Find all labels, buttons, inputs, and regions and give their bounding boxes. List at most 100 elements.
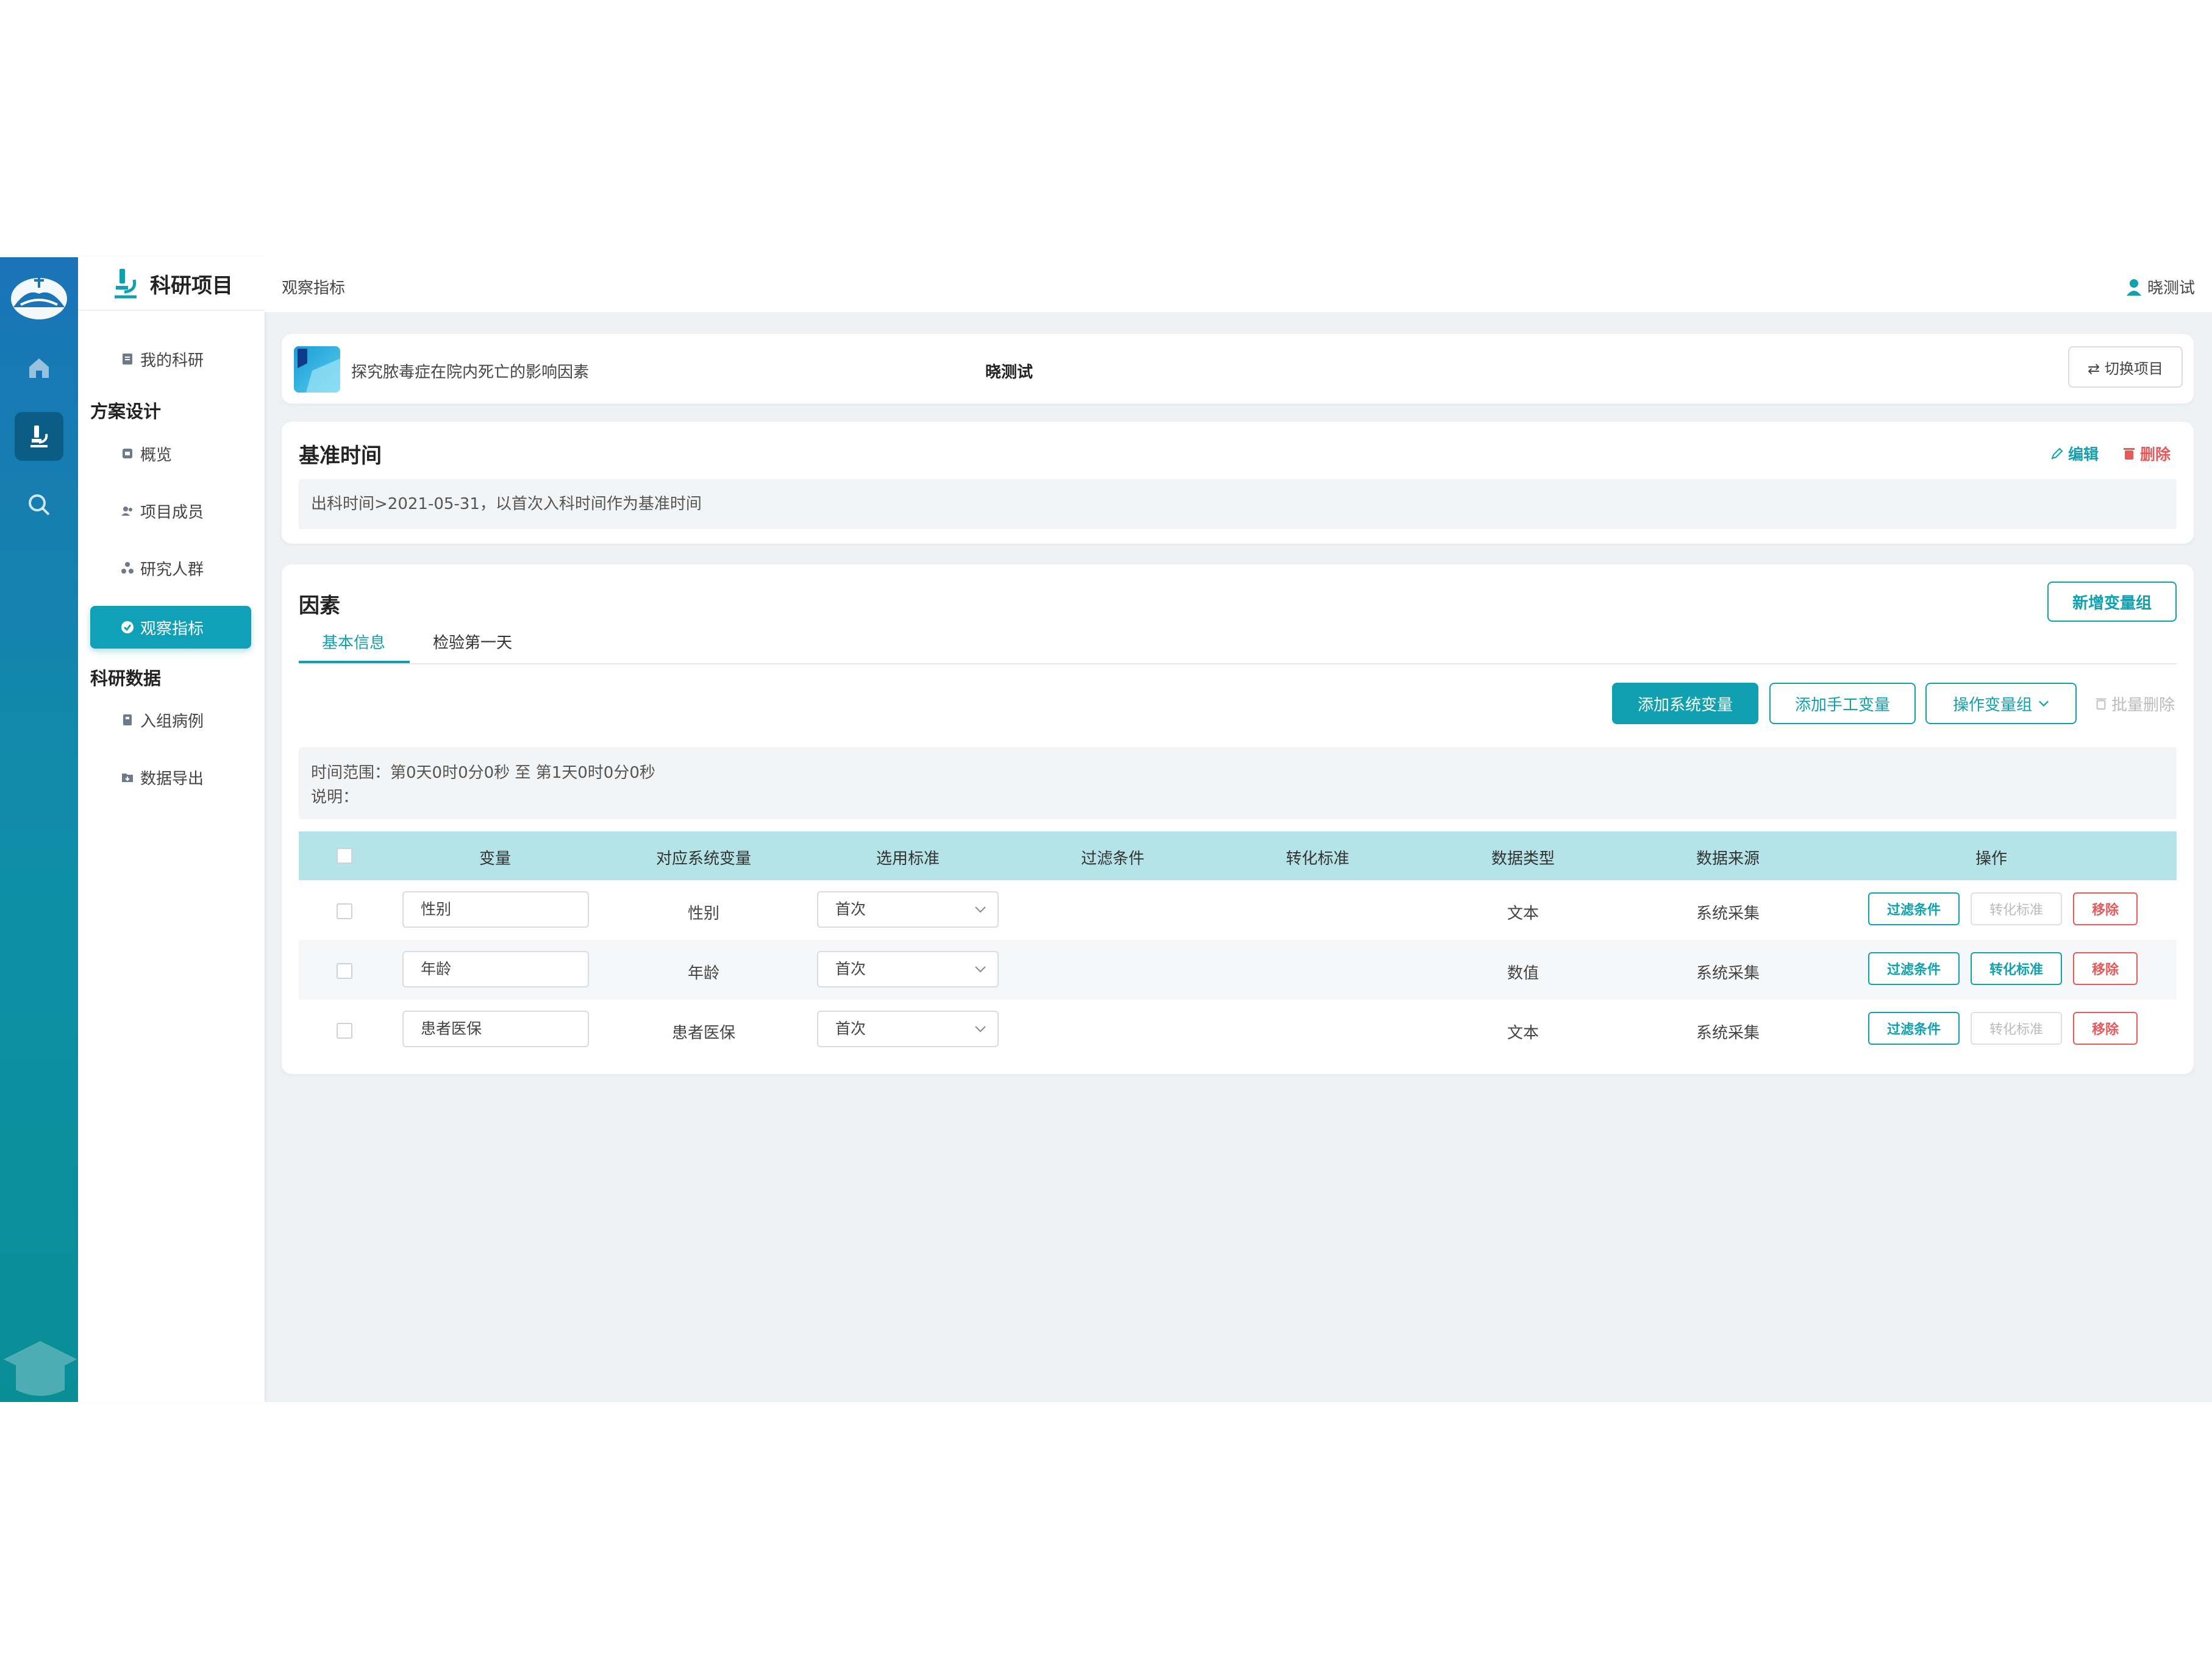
sidebar: 科研项目 我的科研 方案设计 概览 项目成员 研究人群 观察指标 科研数据 入组… bbox=[78, 257, 265, 1402]
sidebar-item-label: 入组病例 bbox=[140, 712, 204, 731]
sidebar-item-population[interactable]: 研究人群 bbox=[90, 547, 251, 589]
convert-standard-button[interactable]: 转化标准 bbox=[1971, 952, 2062, 985]
remark-text: 说明： bbox=[311, 788, 359, 806]
system-variable-cell: 患者医保 bbox=[671, 1024, 736, 1042]
delete-baseline-button[interactable]: 删除 bbox=[2122, 443, 2171, 464]
breadcrumb: 观察指标 bbox=[282, 279, 346, 297]
user-icon bbox=[2126, 279, 2141, 296]
user-name: 晓测试 bbox=[2147, 279, 2195, 297]
column-header: 转化标准 bbox=[1285, 850, 1350, 868]
data-type-cell: 文本 bbox=[1507, 1024, 1539, 1042]
switch-project-button[interactable]: ⇄ 切换项目 bbox=[2068, 346, 2183, 388]
rail-research-button[interactable] bbox=[15, 412, 63, 461]
tab-lab-first-day[interactable]: 检验第一天 bbox=[433, 630, 512, 653]
project-logo-icon bbox=[294, 346, 340, 393]
select-all-checkbox[interactable] bbox=[337, 848, 352, 864]
baseline-card: 基准时间 编辑 删除 出科时间>2021-05-31，以首次入科时间作为基准时间 bbox=[282, 422, 2194, 544]
convert-standard-button[interactable]: 转化标准 bbox=[1971, 892, 2062, 925]
baseline-description: 出科时间>2021-05-31，以首次入科时间作为基准时间 bbox=[299, 479, 2177, 529]
edit-baseline-button[interactable]: 编辑 bbox=[2050, 443, 2099, 464]
sidebar-item-label: 研究人群 bbox=[140, 560, 204, 579]
column-header: 对应系统变量 bbox=[655, 850, 752, 868]
column-header: 选用标准 bbox=[876, 850, 940, 868]
remove-button[interactable]: 移除 bbox=[2073, 892, 2138, 925]
sidebar-item-cases[interactable]: 入组病例 bbox=[90, 699, 251, 741]
indicator-icon bbox=[121, 621, 134, 633]
row-checkbox[interactable] bbox=[337, 903, 352, 919]
sidebar-item-indicators[interactable]: 观察指标 bbox=[90, 606, 251, 649]
sidebar-item-label: 概览 bbox=[140, 446, 173, 464]
batch-delete-button[interactable]: 批量删除 bbox=[2089, 683, 2180, 724]
trash-icon bbox=[2124, 448, 2135, 460]
sidebar-item-overview[interactable]: 概览 bbox=[90, 432, 251, 475]
filter-condition-button[interactable]: 过滤条件 bbox=[1868, 1012, 1960, 1045]
sidebar-header: 科研项目 bbox=[78, 257, 265, 311]
standard-select[interactable]: 首次 bbox=[817, 1011, 999, 1047]
variable-name-input[interactable]: 性别 bbox=[402, 891, 589, 928]
factors-card: 因素 新增变量组 基本信息 检验第一天 添加系统变量 添加手工变量 操作变量组 … bbox=[282, 564, 2194, 1074]
row-checkbox[interactable] bbox=[337, 963, 352, 979]
standard-value: 首次 bbox=[835, 900, 866, 918]
sidebar-section-data: 科研数据 bbox=[90, 668, 162, 689]
data-type-cell: 文本 bbox=[1507, 905, 1539, 923]
remove-button[interactable]: 移除 bbox=[2073, 952, 2138, 985]
sidebar-item-label: 我的科研 bbox=[140, 351, 204, 370]
add-manual-variable-button[interactable]: 添加手工变量 bbox=[1769, 683, 1916, 724]
column-header: 变量 bbox=[479, 850, 512, 868]
sidebar-item-label: 项目成员 bbox=[140, 503, 204, 522]
sidebar-section-design: 方案设计 bbox=[90, 401, 162, 422]
filter-condition-button[interactable]: 过滤条件 bbox=[1868, 952, 1960, 985]
overview-icon bbox=[123, 449, 132, 458]
sidebar-title: 科研项目 bbox=[150, 273, 233, 298]
edit-label: 编辑 bbox=[2068, 446, 2099, 463]
operate-group-label: 操作变量组 bbox=[1952, 696, 2032, 714]
variable-name-input[interactable]: 年龄 bbox=[402, 951, 589, 987]
data-type-cell: 数值 bbox=[1507, 964, 1539, 983]
tab-basic-info[interactable]: 基本信息 bbox=[322, 630, 385, 653]
system-variable-cell: 年龄 bbox=[687, 964, 720, 983]
sidebar-item-members[interactable]: 项目成员 bbox=[90, 489, 251, 532]
column-header: 操作 bbox=[1975, 850, 2008, 868]
delete-label: 删除 bbox=[2140, 446, 2171, 463]
remove-button[interactable]: 移除 bbox=[2073, 1012, 2138, 1045]
rail-home-button[interactable] bbox=[15, 344, 63, 393]
sidebar-item-my-research[interactable]: 我的科研 bbox=[90, 338, 251, 380]
project-name: 探究脓毒症在院内死亡的影响因素 bbox=[351, 363, 590, 382]
data-source-cell: 系统采集 bbox=[1696, 1024, 1760, 1042]
time-range-text: 时间范围：第0天0时0分0秒 至 第1天0时0分0秒 bbox=[311, 764, 655, 782]
operate-variable-group-dropdown[interactable]: 操作变量组 bbox=[1925, 683, 2077, 724]
standard-select[interactable]: 首次 bbox=[817, 891, 999, 928]
tab-active-indicator bbox=[299, 661, 410, 663]
table-header: 变量 对应系统变量 选用标准 过滤条件 转化标准 数据类型 数据来源 操作 bbox=[299, 831, 2177, 880]
microscope-icon bbox=[115, 269, 137, 299]
column-header: 过滤条件 bbox=[1080, 850, 1145, 868]
column-header: 数据来源 bbox=[1696, 850, 1760, 868]
icon-rail bbox=[0, 257, 78, 1402]
factor-tabs: 基本信息 检验第一天 bbox=[299, 625, 2177, 664]
standard-select[interactable]: 首次 bbox=[817, 951, 999, 987]
add-system-variable-button[interactable]: 添加系统变量 bbox=[1612, 683, 1758, 724]
standard-value: 首次 bbox=[835, 1020, 866, 1037]
members-icon bbox=[121, 507, 132, 516]
project-owner: 晓测试 bbox=[985, 363, 1033, 382]
sidebar-item-export[interactable]: 数据导出 bbox=[90, 756, 251, 799]
table-row: 年龄 年龄 首次 数值 系统采集 过滤条件 转化标准 移除 bbox=[299, 940, 2177, 1000]
trash-icon bbox=[2096, 698, 2107, 710]
baseline-title: 基准时间 bbox=[299, 444, 382, 468]
top-header: 观察指标 晓测试 bbox=[265, 257, 2212, 312]
variable-name-input[interactable]: 患者医保 bbox=[402, 1011, 589, 1047]
table-row: 患者医保 患者医保 首次 文本 系统采集 过滤条件 转化标准 移除 bbox=[299, 1000, 2177, 1059]
rail-search-button[interactable] bbox=[15, 480, 63, 529]
standard-value: 首次 bbox=[835, 960, 866, 978]
add-variable-group-button[interactable]: 新增变量组 bbox=[2047, 582, 2177, 622]
app-shell: 科研项目 我的科研 方案设计 概览 项目成员 研究人群 观察指标 科研数据 入组… bbox=[0, 257, 2212, 1402]
edit-icon bbox=[2051, 447, 2063, 460]
row-checkbox[interactable] bbox=[337, 1023, 352, 1039]
column-header: 数据类型 bbox=[1491, 850, 1555, 868]
user-menu[interactable]: 晓测试 bbox=[2125, 276, 2195, 298]
export-icon bbox=[122, 774, 133, 782]
data-source-cell: 系统采集 bbox=[1696, 905, 1760, 923]
filter-condition-button[interactable]: 过滤条件 bbox=[1868, 892, 1960, 925]
brand-logo-icon[interactable] bbox=[9, 269, 70, 323]
convert-standard-button[interactable]: 转化标准 bbox=[1971, 1012, 2062, 1045]
